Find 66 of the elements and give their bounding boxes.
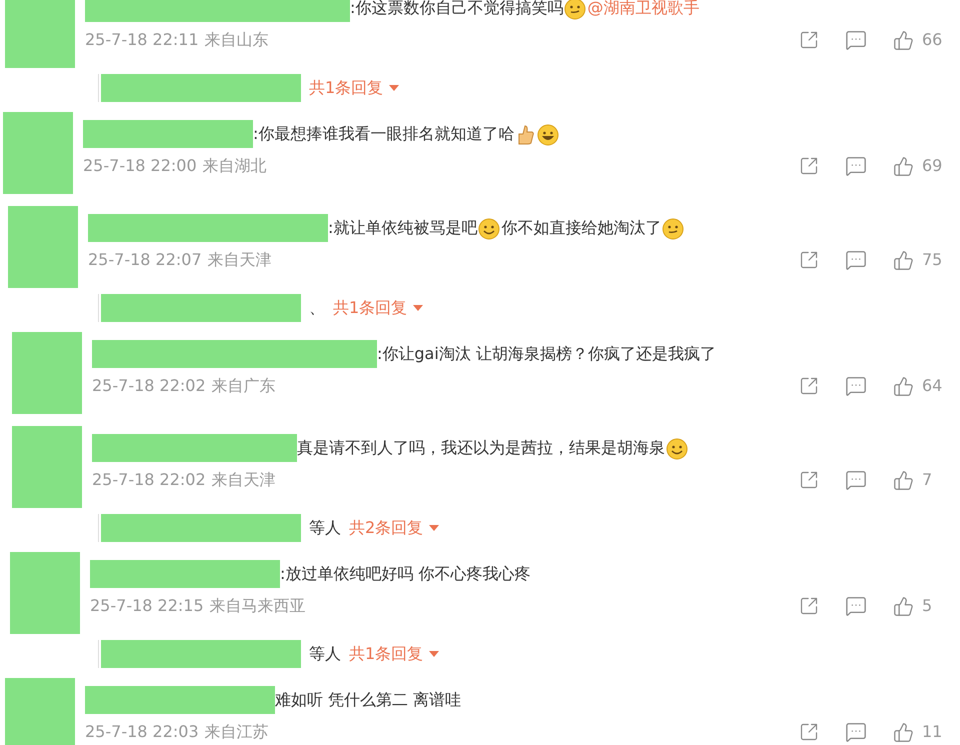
like-count: 5 [922,595,934,617]
like-count: 75 [922,249,944,271]
comment-location: 来自湖北 [202,155,267,177]
comment-text: :你最想捧谁我看一眼排名就知道了哈 [253,120,560,148]
share-icon[interactable] [799,596,819,616]
smiley-emoji-icon [564,0,586,20]
caret-icon [429,525,440,531]
avatar [5,0,75,68]
reply-count-link[interactable]: 共1条回复 [309,76,400,100]
like-count: 64 [922,375,944,397]
comment-location: 来自江苏 [204,721,269,743]
comment-time: 25-7-18 22:15 [90,595,204,617]
comment-text: 难如听 凭什么第二 离谱哇 [275,689,462,711]
like-icon[interactable] [893,250,914,270]
share-icon[interactable] [799,250,819,270]
like-icon[interactable] [893,156,914,176]
like-icon[interactable] [893,376,914,396]
comment-icon[interactable] [845,375,867,397]
reply-count-link[interactable]: 共2条回复 [349,516,440,540]
reply-authors-suffix: 等人 [309,643,341,665]
like-icon[interactable] [893,30,914,50]
laughing-emoji-icon [537,124,560,146]
comment-icon[interactable] [845,469,867,491]
smiley-emoji-icon [666,438,688,460]
comment-text: 真是请不到人了吗，我还以为是茜拉，结果是胡海泉 [297,434,689,462]
like-icon[interactable] [893,596,914,616]
comment-icon[interactable] [845,29,867,51]
like-count: 69 [922,155,944,177]
reply-authors-suffix: 、 [309,297,325,319]
comment-location: 来自广东 [212,375,276,397]
comment-location: 来自天津 [212,469,276,491]
comment-time: 25-7-18 22:03 [85,721,199,743]
comment-time: 25-7-18 22:02 [92,469,206,491]
comment-text: :就让单依纯被骂是吧 你不如直接给她淘汰了 [328,214,686,242]
reply-count-link[interactable]: 共1条回复 [349,642,440,666]
like-count: 11 [922,721,944,743]
caret-icon [389,85,400,91]
comment-time: 25-7-18 22:11 [85,29,199,51]
smiley-emoji-icon [662,218,684,240]
like-icon[interactable] [893,722,914,742]
share-icon[interactable] [799,470,819,490]
share-icon[interactable] [799,30,819,50]
smiley-emoji-icon [478,218,500,240]
like-count: 7 [922,469,934,491]
comment-text: :你让gai淘汰 让胡海泉揭榜？你疯了还是我疯了 [377,343,716,365]
comment-icon[interactable] [845,595,867,617]
reply-authors-suffix: 等人 [309,517,341,539]
comment-text: :放过单依纯吧好吗 你不心疼我心疼 [280,563,530,585]
caret-icon [429,651,440,657]
comment-icon[interactable] [845,155,867,177]
comment-location: 来自马来西亚 [210,595,306,617]
share-icon[interactable] [799,156,819,176]
like-icon[interactable] [893,470,914,490]
caret-icon [413,305,424,311]
share-icon[interactable] [799,376,819,396]
reply-count-link[interactable]: 共1条回复 [333,296,424,320]
comment-time: 25-7-18 22:07 [88,249,202,271]
avatar [5,678,75,745]
comment-time: 25-7-18 22:00 [83,155,197,177]
comment-location: 来自山东 [204,29,269,51]
share-icon[interactable] [799,722,819,742]
like-count: 66 [922,29,944,51]
comment-icon[interactable] [845,721,867,743]
comment-location: 来自天津 [208,249,272,271]
comment-icon[interactable] [845,249,867,271]
comment-time: 25-7-18 22:02 [92,375,206,397]
